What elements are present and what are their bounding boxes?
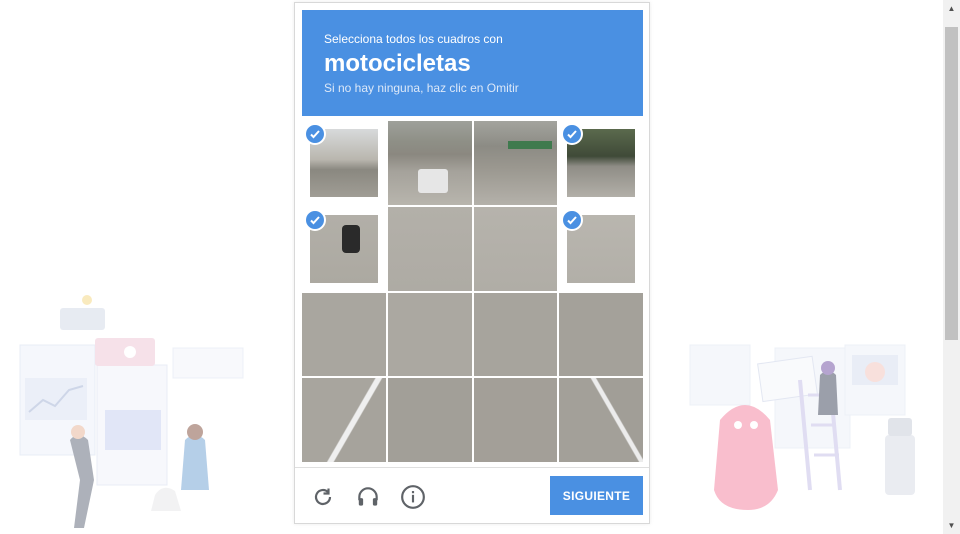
- audio-challenge-icon[interactable]: [354, 483, 382, 511]
- image-tile[interactable]: [559, 378, 643, 462]
- image-tile[interactable]: [302, 378, 386, 462]
- challenge-hint: Si no hay ninguna, haz clic en Omitir: [324, 81, 519, 95]
- scroll-up-arrow-icon[interactable]: ▲: [943, 0, 960, 17]
- background-illustration-right: [689, 344, 915, 510]
- image-tile[interactable]: [559, 292, 643, 377]
- captcha-challenge: Selecciona todos los cuadros con motocic…: [294, 2, 650, 524]
- footer-divider: [295, 467, 649, 468]
- image-tile[interactable]: [387, 292, 472, 377]
- image-grid: [302, 121, 643, 462]
- background-illustration-left: [19, 295, 244, 528]
- image-tile[interactable]: [473, 292, 558, 377]
- image-tile[interactable]: [387, 378, 472, 462]
- checkmark-icon: [304, 208, 326, 231]
- challenge-instruction: Selecciona todos los cuadros con: [324, 32, 503, 46]
- image-tile[interactable]: [473, 121, 558, 205]
- checkmark-icon: [561, 208, 584, 231]
- next-button[interactable]: SIGUIENTE: [550, 476, 643, 515]
- image-tile[interactable]: [559, 207, 643, 291]
- image-tile[interactable]: [302, 121, 386, 205]
- info-icon[interactable]: [399, 483, 427, 511]
- challenge-keyword: motocicletas: [324, 50, 471, 77]
- image-tile[interactable]: [302, 207, 386, 291]
- reload-icon[interactable]: [309, 483, 337, 511]
- image-tile[interactable]: [387, 206, 472, 291]
- scrollbar-thumb[interactable]: [945, 27, 958, 340]
- challenge-header: Selecciona todos los cuadros con motocic…: [302, 10, 643, 116]
- image-tile[interactable]: [473, 206, 558, 291]
- scroll-down-arrow-icon[interactable]: ▼: [943, 517, 960, 534]
- checkmark-icon: [304, 123, 326, 145]
- image-tile[interactable]: [473, 378, 558, 462]
- image-tile[interactable]: [302, 292, 386, 377]
- page-scrollbar[interactable]: ▲ ▼: [943, 0, 960, 534]
- image-tile[interactable]: [387, 121, 472, 205]
- image-tile[interactable]: [559, 121, 643, 205]
